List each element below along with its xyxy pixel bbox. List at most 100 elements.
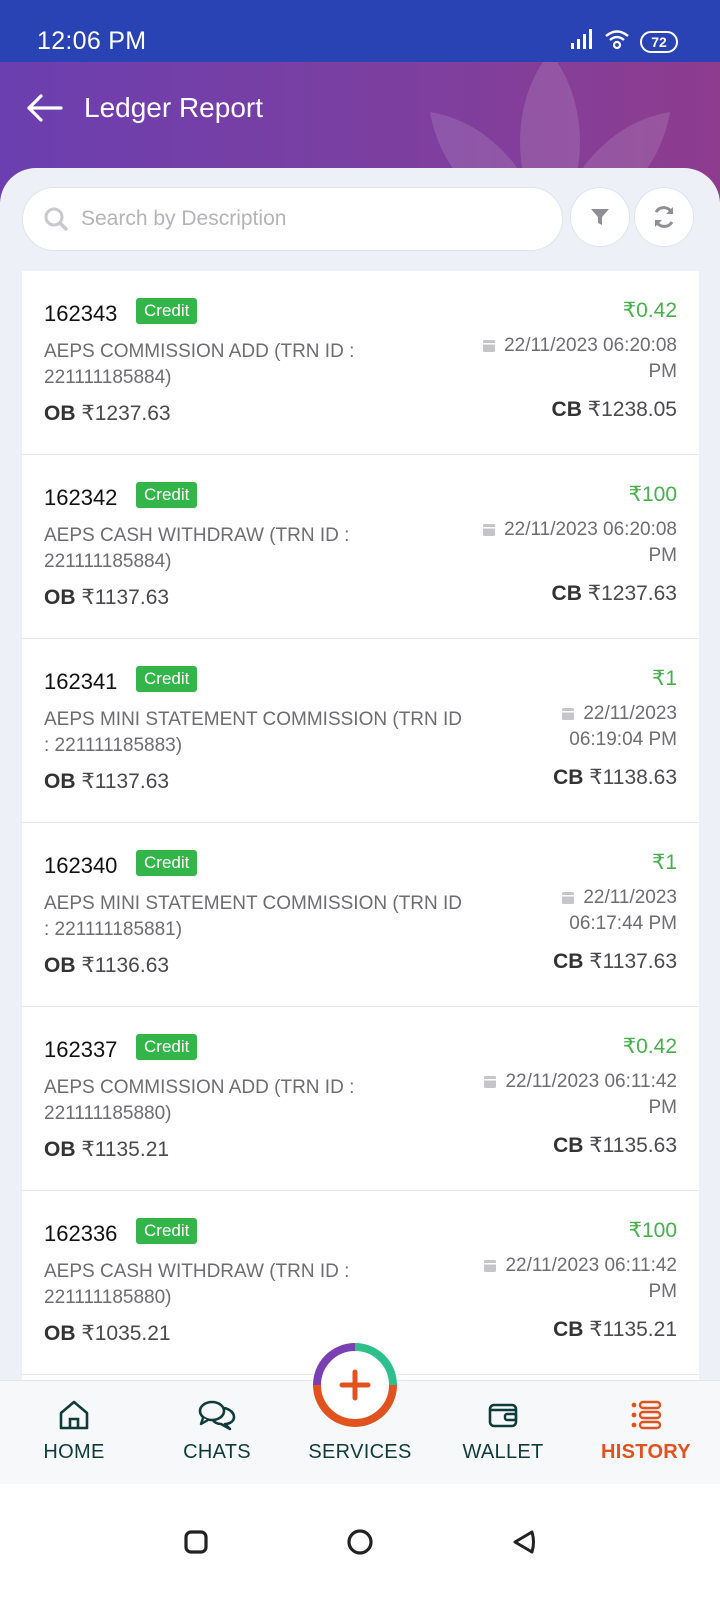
services-fab[interactable] (312, 1342, 398, 1428)
cb-value: ₹1138.63 (589, 766, 677, 789)
entry-id: 162336 (44, 1221, 118, 1246)
ledger-entry[interactable]: 162340 Credit ₹1 AEPS MINI STATEMENT COM… (22, 823, 699, 1007)
closing-balance: CB ₹1238.05 (552, 397, 677, 422)
home-button[interactable] (340, 1522, 380, 1562)
credit-badge: Credit (136, 298, 198, 324)
credit-badge: Credit (136, 1218, 198, 1244)
opening-balance: OB ₹1135.21 (44, 1137, 169, 1162)
refresh-icon (654, 206, 674, 228)
entry-date-line2: PM (648, 361, 678, 382)
wallet-icon (488, 1403, 518, 1428)
opening-balance: OB ₹1137.63 (44, 769, 169, 794)
calendar-icon (483, 524, 496, 536)
calendar-icon (484, 1076, 497, 1088)
filter-icon (591, 209, 609, 225)
arrow-left-icon (27, 94, 63, 122)
ledger-entry[interactable]: 162337 Credit ₹0.42 AEPS COMMISSION ADD … (22, 1007, 699, 1191)
nav-label: SERVICES (308, 1441, 412, 1463)
cb-value: ₹1237.63 (587, 582, 677, 605)
search-icon (44, 207, 68, 231)
filter-button[interactable] (570, 187, 630, 247)
entry-date: 22/11/2023 06:20:08 PM (447, 333, 677, 385)
opening-balance: OB ₹1136.63 (44, 953, 169, 978)
entry-id: 162337 (44, 1037, 118, 1062)
ob-label: OB (44, 1322, 76, 1345)
credit-badge: Credit (136, 850, 198, 876)
nav-label: HOME (43, 1441, 105, 1463)
back-nav-button[interactable] (504, 1522, 544, 1562)
nav-history[interactable]: HISTORY (576, 1381, 716, 1485)
entry-amount: ₹100 (628, 483, 677, 506)
nav-label: WALLET (462, 1441, 544, 1463)
entry-date: 22/11/2023 06:19:04 PM (447, 701, 677, 753)
history-icon (631, 1400, 662, 1430)
search-input[interactable] (81, 207, 521, 231)
closing-balance: CB ₹1135.21 (553, 1317, 677, 1342)
entry-amount: ₹1 (651, 851, 677, 874)
ob-value: ₹1137.63 (81, 586, 170, 609)
ob-value: ₹1136.63 (81, 954, 170, 977)
entry-date: 22/11/2023 06:20:08 PM (447, 517, 677, 569)
cb-label: CB (553, 950, 584, 973)
ob-label: OB (44, 586, 76, 609)
entry-date-line2: PM (648, 1097, 678, 1118)
closing-balance: CB ₹1137.63 (553, 949, 677, 974)
status-icons: 72 (570, 28, 678, 55)
entry-amount: ₹0.42 (622, 1035, 677, 1058)
closing-balance: CB ₹1138.63 (553, 765, 677, 790)
entry-amount: ₹1 (651, 667, 677, 690)
nav-chats[interactable]: CHATS (147, 1381, 287, 1485)
entry-date-line1: 22/11/2023 06:20:08 (504, 335, 677, 356)
entry-date-line2: 06:17:44 PM (569, 913, 677, 934)
square-icon (184, 1530, 208, 1554)
entry-date-line1: 22/11/2023 06:20:08 (504, 519, 677, 540)
nav-home[interactable]: HOME (4, 1381, 144, 1485)
page-title: Ledger Report (84, 92, 264, 123)
ledger-entry[interactable]: 162342 Credit ₹100 AEPS CASH WITHDRAW (T… (22, 455, 699, 639)
nav-label: HISTORY (601, 1441, 691, 1463)
ob-value: ₹1137.63 (81, 770, 170, 793)
entry-description: AEPS CASH WITHDRAW (TRN ID : 22111118588… (44, 525, 350, 572)
refresh-button[interactable] (634, 187, 694, 247)
opening-balance: OB ₹1237.63 (44, 401, 171, 426)
credit-badge: Credit (136, 666, 198, 692)
entry-description: AEPS COMMISSION ADD (TRN ID : 2211111858… (44, 1077, 355, 1124)
search-bar[interactable] (22, 187, 563, 251)
signal-icon (570, 28, 594, 55)
entry-description: AEPS COMMISSION ADD (TRN ID : 2211111858… (44, 341, 355, 388)
ledger-entry[interactable]: 162343 Credit ₹0.42 AEPS COMMISSION ADD … (22, 271, 699, 455)
entry-date: 22/11/2023 06:11:42 PM (447, 1069, 677, 1121)
chat-icon (198, 1400, 236, 1431)
cb-label: CB (551, 582, 582, 605)
cb-label: CB (553, 1318, 584, 1341)
entry-id: 162343 (44, 301, 118, 326)
entry-id: 162341 (44, 669, 118, 694)
entry-id: 162342 (44, 485, 118, 510)
credit-badge: Credit (136, 1034, 198, 1060)
ob-value: ₹1237.63 (81, 402, 171, 425)
home-icon (59, 1400, 89, 1430)
nav-wallet[interactable]: WALLET (433, 1381, 573, 1485)
circle-icon (347, 1529, 373, 1555)
entry-id: 162340 (44, 853, 118, 878)
opening-balance: OB ₹1137.63 (44, 585, 169, 610)
entry-date-line2: PM (648, 1281, 678, 1302)
cb-value: ₹1137.63 (589, 950, 677, 973)
closing-balance: CB ₹1135.63 (553, 1133, 677, 1158)
status-bar: 12:06 PM 72 (0, 0, 720, 62)
entry-description: AEPS MINI STATEMENT COMMISSION (TRN ID :… (44, 709, 463, 756)
back-button[interactable] (22, 88, 66, 128)
entry-date-line1: 22/11/2023 06:11:42 (505, 1255, 677, 1276)
calendar-icon (483, 340, 496, 352)
ledger-entry[interactable]: 162341 Credit ₹1 AEPS MINI STATEMENT COM… (22, 639, 699, 823)
entry-description: AEPS CASH WITHDRAW (TRN ID : 22111118588… (44, 1261, 350, 1308)
entry-date-line2: PM (648, 545, 678, 566)
recents-button[interactable] (176, 1522, 216, 1562)
calendar-icon (562, 892, 575, 904)
cb-value: ₹1135.63 (589, 1134, 677, 1157)
ob-value: ₹1135.21 (81, 1138, 170, 1161)
content-sheet: 162343 Credit ₹0.42 AEPS COMMISSION ADD … (0, 168, 720, 1408)
cb-value: ₹1238.05 (587, 398, 677, 421)
ob-label: OB (44, 402, 76, 425)
ob-label: OB (44, 1138, 76, 1161)
